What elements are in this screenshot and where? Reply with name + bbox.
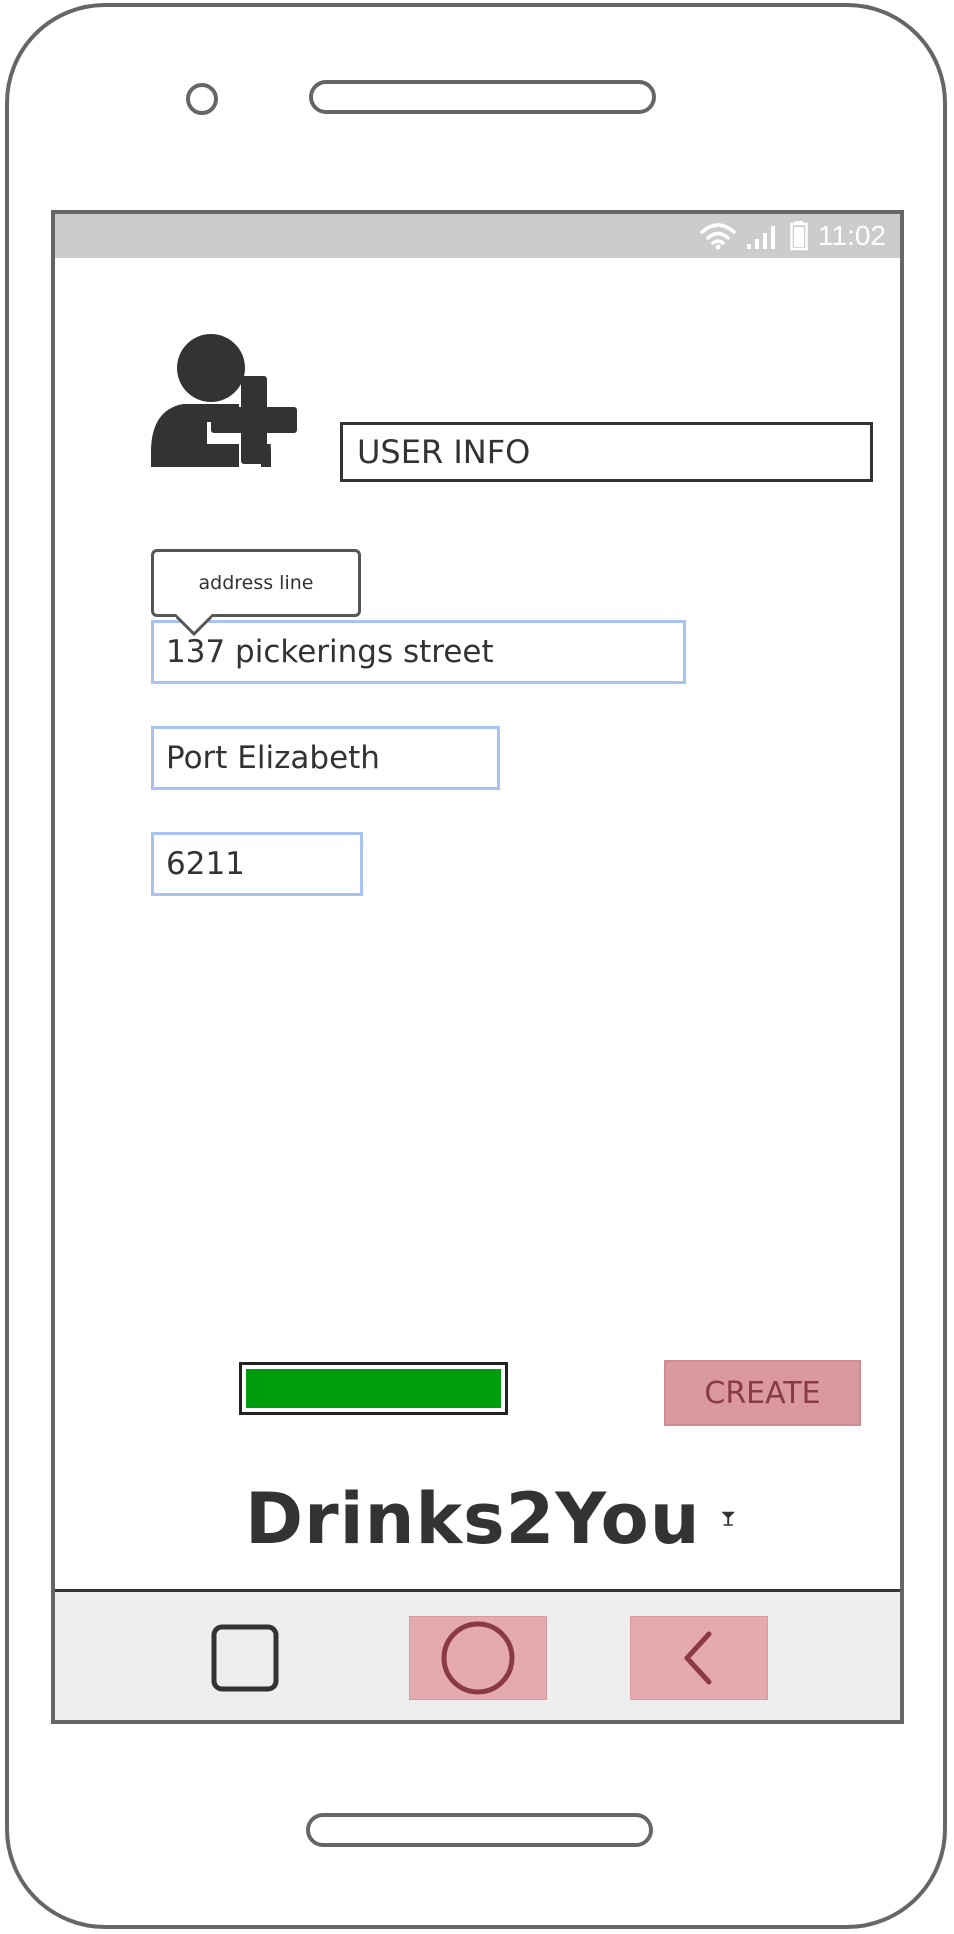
wifi-icon (700, 223, 736, 250)
address-tooltip: address line (151, 549, 361, 617)
create-button[interactable]: CREATE (664, 1360, 861, 1426)
recent-apps-icon (211, 1624, 279, 1692)
brand-name: Drinks2You (245, 1478, 701, 1560)
bottom-speaker (306, 1813, 653, 1847)
progress-bar (239, 1362, 508, 1415)
camera-icon (186, 83, 218, 115)
brand: Drinks2You (245, 1476, 735, 1562)
tooltip-pointer (176, 614, 212, 636)
user-add-icon (151, 334, 297, 467)
address-input[interactable]: 137 pickerings street (151, 620, 686, 684)
back-icon (684, 1631, 712, 1685)
navigation-bar (55, 1589, 900, 1720)
status-icons: 11:02 (700, 220, 886, 252)
top-speaker (309, 80, 656, 114)
home-icon (441, 1621, 515, 1695)
signal-icon (747, 226, 775, 249)
screen: 11:02 USER INFO address line 137 pickeri… (51, 210, 904, 1724)
cocktail-glass-icon (721, 1511, 735, 1526)
status-time: 11:02 (818, 220, 886, 251)
progress-bar-fill (246, 1369, 501, 1408)
postal-code-input[interactable]: 6211 (151, 832, 363, 896)
city-input[interactable]: Port Elizabeth (151, 726, 500, 790)
back-button[interactable] (630, 1616, 768, 1700)
recent-apps-button[interactable] (176, 1616, 314, 1700)
status-bar: 11:02 (55, 214, 900, 258)
battery-icon (790, 221, 808, 251)
home-button[interactable] (409, 1616, 547, 1700)
page-title: USER INFO (340, 422, 873, 482)
